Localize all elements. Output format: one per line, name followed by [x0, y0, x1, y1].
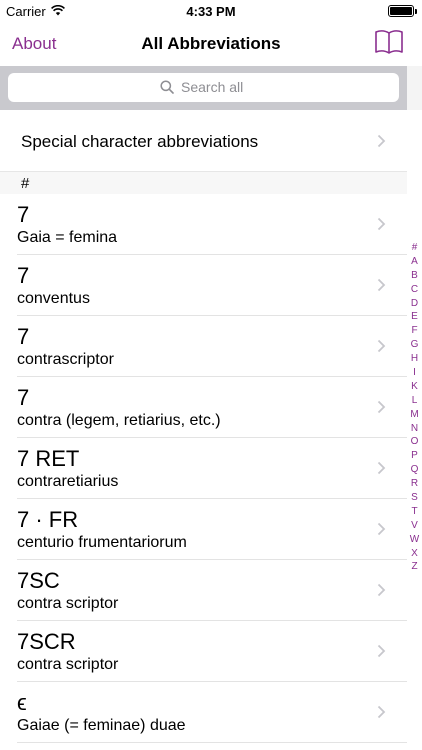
- index-letter-s[interactable]: S: [407, 491, 422, 505]
- list-item[interactable]: 7 · FR centurio frumentariorum: [0, 499, 407, 560]
- index-letter-b[interactable]: B: [407, 269, 422, 283]
- search-bar: Search all: [0, 66, 407, 110]
- meaning: contra scriptor: [17, 595, 119, 612]
- index-letter-w[interactable]: W: [407, 533, 422, 547]
- index-letter-hash[interactable]: #: [407, 241, 422, 255]
- list-item[interactable]: 7 Gaia = femina: [0, 194, 407, 255]
- abbreviation: 7: [17, 324, 30, 349]
- index-letter-l[interactable]: L: [407, 394, 422, 408]
- meaning: Gaiae (= feminae) duae: [17, 717, 186, 734]
- index-letter-r[interactable]: R: [407, 477, 422, 491]
- index-letter-e[interactable]: E: [407, 310, 422, 324]
- index-letter-x[interactable]: X: [407, 547, 422, 561]
- index-letter-z[interactable]: Z: [407, 560, 422, 574]
- meaning: contra (legem, retiarius, etc.): [17, 412, 221, 429]
- meaning: conventus: [17, 290, 90, 307]
- page-title: All Abbreviations: [141, 34, 281, 53]
- search-bar-edge: [407, 66, 422, 110]
- chevron-right-icon: [377, 400, 386, 414]
- index-letter-g[interactable]: G: [407, 338, 422, 352]
- list-item[interactable]: 7SCR contra scriptor: [0, 621, 407, 682]
- status-time: 4:33 PM: [186, 4, 236, 19]
- list-item[interactable]: 7SC contra scriptor: [0, 560, 407, 621]
- special-characters-label: Special character abbreviations: [21, 132, 259, 151]
- meaning: contraretiarius: [17, 473, 119, 490]
- abbreviation: 7SCR: [17, 629, 76, 654]
- meaning: Gaia = femina: [17, 229, 118, 246]
- chevron-right-icon: [377, 217, 386, 231]
- chevron-right-icon: [377, 705, 386, 719]
- meaning: contrascriptor: [17, 351, 114, 368]
- abbreviation: 7 · FR: [17, 507, 79, 532]
- navigation-bar: About All Abbreviations: [0, 22, 422, 66]
- divider: [17, 742, 407, 743]
- section-index[interactable]: # A B C D E F G H I K L M N O P Q R S T …: [407, 241, 422, 574]
- chevron-right-icon: [377, 644, 386, 658]
- index-letter-m[interactable]: M: [407, 408, 422, 422]
- chevron-right-icon: [377, 583, 386, 597]
- list-item[interactable]: 7 contra (legem, retiarius, etc.): [0, 377, 407, 438]
- index-letter-n[interactable]: N: [407, 422, 422, 436]
- meaning: centurio frumentariorum: [17, 534, 187, 551]
- index-letter-v[interactable]: V: [407, 519, 422, 533]
- index-letter-d[interactable]: D: [407, 297, 422, 311]
- index-letter-k[interactable]: K: [407, 380, 422, 394]
- list-item[interactable]: 7 conventus: [0, 255, 407, 316]
- index-letter-h[interactable]: H: [407, 352, 422, 366]
- section-label: #: [21, 175, 30, 192]
- chevron-right-icon: [377, 522, 386, 536]
- abbreviation: 7: [17, 263, 30, 288]
- index-letter-p[interactable]: P: [407, 449, 422, 463]
- index-letter-i[interactable]: I: [407, 366, 422, 380]
- index-letter-f[interactable]: F: [407, 324, 422, 338]
- search-input[interactable]: Search all: [8, 73, 399, 102]
- chevron-right-icon: [377, 278, 386, 292]
- index-letter-c[interactable]: C: [407, 283, 422, 297]
- book-icon[interactable]: [374, 29, 404, 55]
- index-letter-t[interactable]: T: [407, 505, 422, 519]
- status-bar: Carrier 4:33 PM: [0, 0, 422, 22]
- meaning: contra scriptor: [17, 656, 119, 673]
- list-item[interactable]: 7 RET contraretiarius: [0, 438, 407, 499]
- abbreviation: 7 RET: [17, 446, 80, 471]
- search-placeholder: Search all: [181, 79, 244, 95]
- section-header: #: [0, 172, 407, 194]
- chevron-right-icon: [377, 339, 386, 353]
- index-letter-o[interactable]: O: [407, 435, 422, 449]
- search-icon: [160, 80, 174, 94]
- special-characters-row[interactable]: Special character abbreviations: [0, 110, 407, 172]
- list-item[interactable]: ϵ Gaiae (= feminae) duae: [0, 682, 407, 743]
- index-letter-q[interactable]: Q: [407, 463, 422, 477]
- abbreviation: 7: [17, 202, 30, 227]
- battery-icon: [388, 5, 417, 17]
- list-item[interactable]: 7 contrascriptor: [0, 316, 407, 377]
- index-letter-a[interactable]: A: [407, 255, 422, 269]
- chevron-right-icon: [377, 134, 386, 148]
- chevron-right-icon: [377, 461, 386, 475]
- abbreviation: ϵ: [17, 690, 27, 715]
- abbreviation: 7: [17, 385, 30, 410]
- abbreviation: 7SC: [17, 568, 60, 593]
